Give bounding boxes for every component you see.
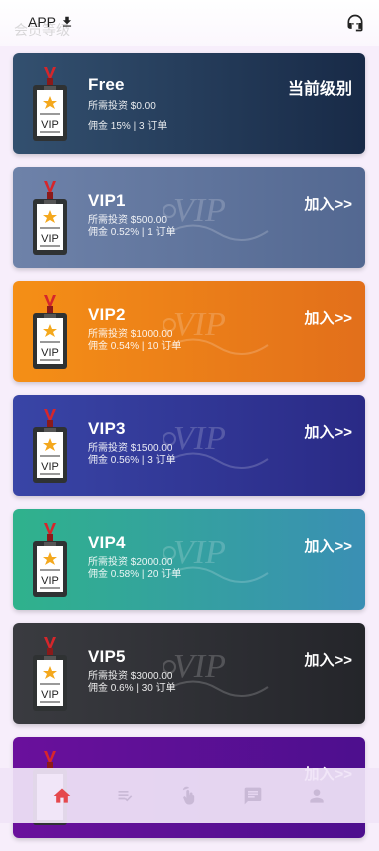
- level-commission: 佣金 0.6% | 30 订单: [88, 683, 176, 694]
- level-invest: 所需投资 $0.00: [88, 101, 156, 112]
- tap-icon: [183, 786, 195, 805]
- svg-text:VIP: VIP: [173, 420, 226, 457]
- level-card-vip3[interactable]: VIP VIP VIP3 所需投资 $1500.00 佣金 0.56% | 3 …: [13, 395, 365, 496]
- vip-badge-icon: VIP: [33, 637, 67, 711]
- svg-text:VIP: VIP: [41, 347, 59, 359]
- vip-badge-icon: VIP: [33, 409, 67, 483]
- svg-text:VIP: VIP: [173, 648, 226, 685]
- vip-badge-icon: VIP: [33, 181, 67, 255]
- svg-text:VIP: VIP: [41, 689, 59, 701]
- vip-badge-icon: VIP: [33, 67, 67, 141]
- join-button[interactable]: 加入>>: [304, 535, 352, 556]
- level-commission: 佣金 0.58% | 20 订单: [88, 569, 182, 580]
- download-icon: [62, 16, 72, 27]
- level-card-vip1[interactable]: VIP VIP VIP1 所需投资 $500.00 佣金 0.52% | 1 订…: [13, 167, 365, 268]
- profile-icon: [310, 788, 324, 803]
- level-commission: 佣金 0.52% | 1 订单: [88, 227, 176, 238]
- level-card-vip4[interactable]: VIP VIP VIP4 所需投资 $2000.00 佣金 0.58% | 20…: [13, 509, 365, 610]
- svg-text:VIP: VIP: [41, 461, 59, 473]
- app-download-link[interactable]: APP: [28, 14, 74, 30]
- top-bar: 会员等级 APP: [0, 0, 379, 46]
- app-label: APP: [28, 14, 57, 30]
- nav-profile[interactable]: [305, 784, 329, 808]
- level-commission: 佣金 15% | 3 订单: [88, 121, 168, 132]
- bottom-navigation: [0, 768, 379, 823]
- level-name: VIP5: [88, 647, 126, 666]
- vip-level-list: VIP Free 所需投资 $0.00 佣金 15% | 3 订单 当前级别 V…: [13, 53, 365, 851]
- vip-watermark-icon: VIP: [163, 192, 269, 241]
- current-level-label: 当前级别: [287, 81, 352, 98]
- level-name: VIP1: [88, 191, 126, 210]
- customer-service-icon[interactable]: [345, 13, 365, 33]
- level-card-vip2[interactable]: VIP VIP VIP2 所需投资 $1000.00 佣金 0.54% | 10…: [13, 281, 365, 382]
- level-name: VIP3: [88, 419, 126, 438]
- home-icon: [53, 788, 71, 803]
- nav-home[interactable]: [50, 784, 74, 808]
- join-button[interactable]: 加入>>: [304, 307, 352, 328]
- level-name: VIP4: [88, 533, 126, 552]
- svg-text:VIP: VIP: [41, 119, 59, 131]
- svg-text:VIP: VIP: [41, 233, 59, 245]
- level-card-vip5[interactable]: VIP VIP VIP5 所需投资 $3000.00 佣金 0.6% | 30 …: [13, 623, 365, 724]
- level-commission: 佣金 0.54% | 10 订单: [88, 341, 182, 352]
- svg-text:VIP: VIP: [41, 575, 59, 587]
- join-button[interactable]: 加入>>: [304, 649, 352, 670]
- vip-badge-icon: VIP: [33, 295, 67, 369]
- vip-watermark-icon: VIP: [163, 648, 269, 697]
- level-card-free[interactable]: VIP Free 所需投资 $0.00 佣金 15% | 3 订单 当前级别: [13, 53, 365, 154]
- vip-watermark-icon: VIP: [163, 420, 269, 469]
- nav-grab[interactable]: [177, 784, 201, 808]
- level-name: Free: [88, 75, 125, 94]
- nav-tasks[interactable]: [114, 784, 138, 808]
- message-icon: [244, 787, 262, 804]
- level-commission: 佣金 0.56% | 3 订单: [88, 455, 176, 466]
- nav-messages[interactable]: [241, 784, 265, 808]
- svg-text:VIP: VIP: [173, 192, 226, 229]
- join-button[interactable]: 加入>>: [304, 193, 352, 214]
- level-name: VIP2: [88, 305, 126, 324]
- task-list-icon: [118, 790, 132, 801]
- vip-badge-icon: VIP: [33, 523, 67, 597]
- join-button[interactable]: 加入>>: [304, 421, 352, 442]
